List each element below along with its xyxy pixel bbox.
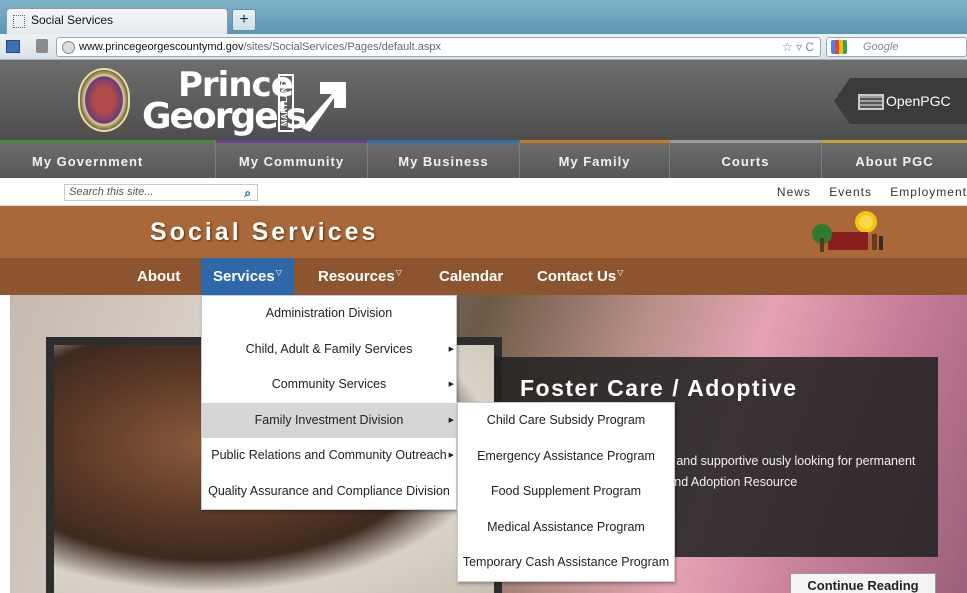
subnav-label: Resources [318, 268, 395, 285]
subnav-calendar[interactable]: Calendar [439, 258, 503, 295]
department-title: Social Services [150, 218, 379, 246]
clipboard-icon[interactable] [36, 39, 48, 53]
menu-item-label: Community Services [271, 377, 387, 391]
subnav-label: Services [213, 268, 275, 285]
dropdown-caret-icon: ▽ [275, 268, 282, 277]
nav-my-government[interactable]: My Government [0, 140, 216, 178]
search-icon[interactable]: ⌕ [244, 186, 251, 201]
link-events[interactable]: Events [829, 185, 872, 199]
sidebar-icon[interactable] [6, 40, 20, 53]
browser-search-placeholder: Google [863, 41, 899, 53]
department-banner: Social Services [0, 206, 967, 258]
menu-item-label: Child, Adult & Family Services [245, 341, 413, 356]
menu-item-community-services[interactable]: Community Services ▶ [202, 367, 456, 403]
link-employment[interactable]: Employment [890, 185, 967, 199]
submenu-item-emergency-assistance[interactable]: Emergency Assistance Program [458, 439, 674, 475]
county-seal-logo[interactable] [78, 68, 130, 132]
submenu-item-label: Medical Assistance Program [487, 519, 645, 534]
url-domain: www.princegeorgescountymd.gov [79, 41, 244, 53]
nav-courts[interactable]: Courts [670, 140, 822, 178]
services-dropdown-menu: Administration Division Child, Adult & F… [201, 295, 457, 510]
globe-icon [62, 41, 75, 54]
menu-item-administration-division[interactable]: Administration Division [202, 296, 456, 332]
page-favicon-icon [13, 15, 25, 28]
family-investment-submenu: Child Care Subsidy Program Emergency Ass… [457, 402, 675, 582]
utility-links: News Events Employment [763, 185, 967, 199]
site-header: Prince George's MARYLAND OpenPGC [0, 60, 967, 140]
submenu-item-label: Temporary Cash Assistance Program [462, 555, 670, 570]
openpgc-button[interactable]: OpenPGC [834, 78, 967, 124]
dropdown-caret-icon: ▽ [617, 268, 624, 277]
submenu-item-label: Child Care Subsidy Program [486, 413, 646, 427]
subnav-label: About [137, 268, 181, 285]
menu-item-label: Public Relations and Community Outreach [211, 448, 447, 462]
browser-tab[interactable]: Social Services [6, 8, 228, 34]
logo-maryland: MARYLAND [278, 74, 294, 132]
hero-title: Foster Care / Adoptive [520, 375, 798, 401]
submenu-arrow-icon: ▶ [448, 345, 454, 353]
subnav-label: Calendar [439, 268, 504, 285]
browser-tab-strip: Social Services + [0, 0, 967, 34]
tab-title: Social Services [31, 13, 114, 27]
menu-item-child-adult-family[interactable]: Child, Adult & Family Services ▶ [202, 332, 456, 368]
site-search-placeholder: Search this site... [69, 186, 154, 198]
nav-label: My Business [398, 154, 489, 169]
menu-item-label: Family Investment Division [254, 412, 404, 427]
nav-label: My Community [238, 154, 345, 169]
submenu-item-child-care-subsidy[interactable]: Child Care Subsidy Program [458, 403, 674, 439]
nav-label: About PGC [855, 154, 934, 169]
subnav-services[interactable]: Services▽ [201, 258, 294, 295]
subnav-contact-us[interactable]: Contact Us▽ [537, 258, 623, 295]
menu-item-family-investment-division[interactable]: Family Investment Division ▶ [202, 402, 456, 438]
link-news[interactable]: News [777, 185, 811, 199]
openpgc-label: OpenPGC [886, 93, 951, 109]
new-tab-button[interactable]: + [232, 9, 256, 31]
nav-label: My Government [32, 154, 144, 169]
menu-item-quality-assurance[interactable]: Quality Assurance and Compliance Divisio… [202, 474, 456, 510]
nav-label: My Family [558, 154, 631, 169]
url-path: /sites/SocialServices/Pages/default.aspx [243, 41, 441, 53]
nav-my-family[interactable]: My Family [520, 140, 670, 178]
submenu-item-medical-assistance[interactable]: Medical Assistance Program [458, 510, 674, 546]
menu-item-public-relations[interactable]: Public Relations and Community Outreach ▶ [202, 438, 456, 474]
submenu-item-food-supplement[interactable]: Food Supplement Program [458, 474, 674, 510]
google-icon [831, 40, 847, 54]
nav-label: Courts [721, 154, 770, 169]
continue-reading-button[interactable]: Continue Reading [790, 573, 936, 593]
submenu-arrow-icon: ▶ [448, 381, 454, 388]
subnav-resources[interactable]: Resources▽ [318, 258, 402, 295]
department-subnav: About Services▽ Resources▽ Calendar Cont… [0, 258, 967, 295]
dropdown-caret-icon: ▽ [395, 268, 402, 277]
browser-toolbar: www.princegeorgescountymd.gov/sites/Soci… [0, 34, 967, 60]
bookmark-reload-controls[interactable]: ☆ ▿ C [782, 38, 814, 56]
database-icon [858, 94, 884, 110]
menu-item-label: Quality Assurance and Compliance Divisio… [208, 483, 450, 498]
subnav-label: Contact Us [537, 268, 617, 285]
subnav-about[interactable]: About [137, 258, 180, 295]
submenu-item-label: Food Supplement Program [490, 484, 642, 499]
address-bar[interactable]: www.princegeorgescountymd.gov/sites/Soci… [56, 37, 821, 57]
nav-about-pgc[interactable]: About PGC [822, 140, 967, 178]
submenu-arrow-icon: ▶ [448, 416, 454, 424]
utility-bar: Search this site... ⌕ News Events Employ… [0, 178, 967, 206]
submenu-item-temporary-cash[interactable]: Temporary Cash Assistance Program [458, 545, 674, 581]
submenu-item-label: Emergency Assistance Program [477, 448, 655, 463]
submenu-arrow-icon: ▶ [448, 452, 454, 459]
logo-arrow-icon [302, 82, 346, 132]
nav-my-community[interactable]: My Community [216, 140, 368, 178]
main-navigation: My Government My Community My Business M… [0, 140, 967, 178]
site-search-input[interactable]: Search this site... ⌕ [64, 184, 258, 201]
browser-search-input[interactable]: Google [826, 37, 967, 57]
nav-my-business[interactable]: My Business [368, 140, 520, 178]
family-tree-logo-icon [812, 211, 883, 252]
menu-item-label: Administration Division [265, 306, 393, 320]
